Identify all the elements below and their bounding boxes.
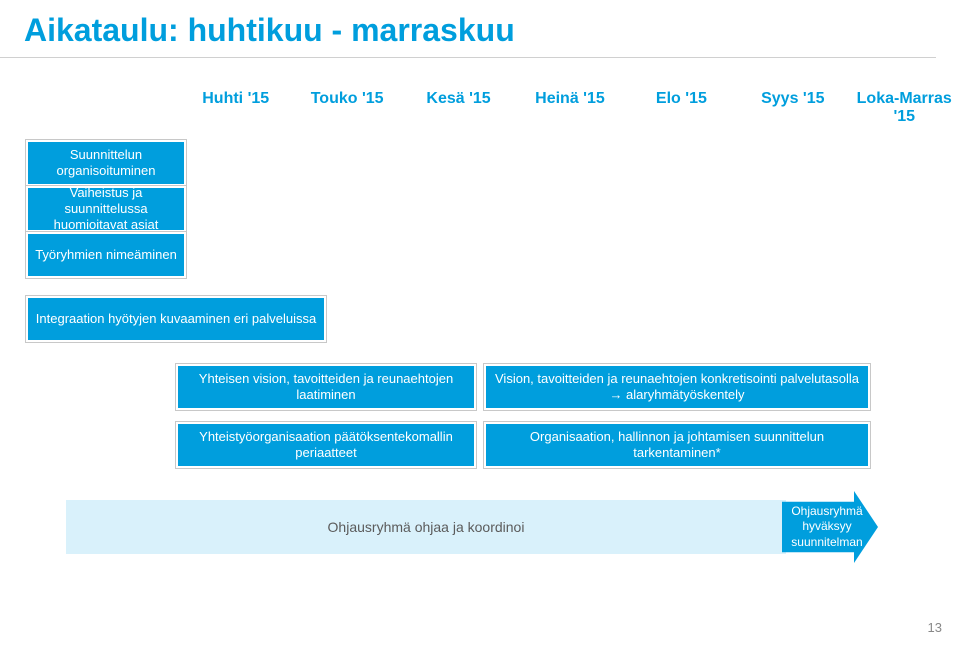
bar-tyoryhmien: Työryhmien nimeäminen <box>26 232 186 278</box>
page-number: 13 <box>928 620 942 635</box>
bar-integraation: Integraation hyötyjen kuvaaminen eri pal… <box>26 296 326 342</box>
bar-vaiheistus: Vaiheistus ja suunnittelussa huomioitava… <box>26 186 186 232</box>
month-col: Kesä '15 <box>403 90 514 126</box>
bottom-band-wrap: Ohjausryhmä ohjaa ja koordinoi Ohjausryh… <box>66 500 906 572</box>
bar-yhteisen-vision: Yhteisen vision, tavoitteiden ja reunaeh… <box>176 364 476 410</box>
month-col: Touko '15 <box>291 90 402 126</box>
month-col: Elo '15 <box>626 90 737 126</box>
month-col: Syys '15 <box>737 90 848 126</box>
bar-vision-right: Vision, tavoitteiden ja reunaehtojen kon… <box>484 364 870 410</box>
month-col: Huhti '15 <box>180 90 291 126</box>
timeline-header: Huhti '15 Touko '15 Kesä '15 Heinä '15 E… <box>0 90 960 126</box>
bar-org-right: Organisaation, hallinnon ja johtamisen s… <box>484 422 870 468</box>
bar-yhteistyoorg: Yhteistyöorganisaation päätöksentekomall… <box>176 422 476 468</box>
page-title: Aikataulu: huhtikuu - marraskuu <box>0 0 936 58</box>
gantt-chart: Suunnittelun organisoituminen Vaiheistus… <box>26 140 934 380</box>
bottom-band: Ohjausryhmä ohjaa ja koordinoi <box>66 500 786 554</box>
month-col: Heinä '15 <box>514 90 625 126</box>
month-col: Loka-Marras '15 <box>849 90 960 126</box>
bar-suunnittelun: Suunnittelun organisoituminen <box>26 140 186 186</box>
approve-arrow: Ohjausryhmä hyväksyy suunnitelman <box>782 491 878 563</box>
